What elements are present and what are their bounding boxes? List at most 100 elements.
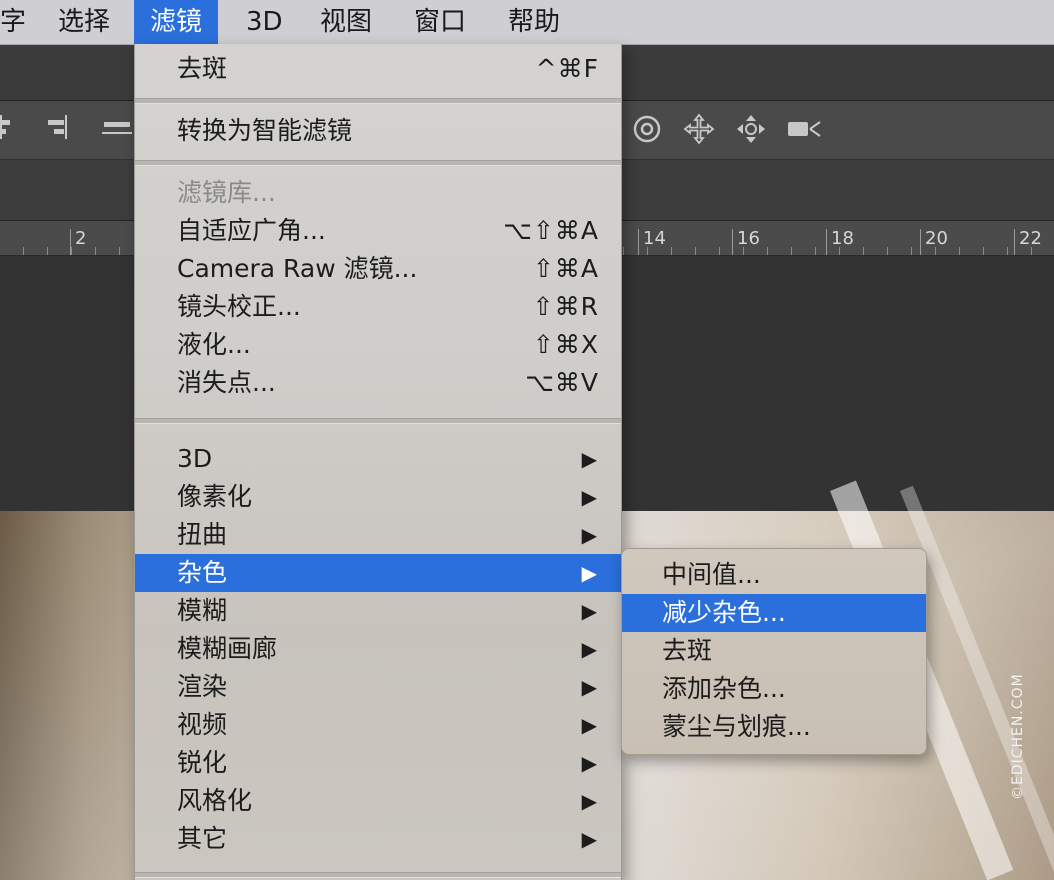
menu-3d[interactable]: 3D (230, 0, 299, 44)
menu-window-label: 窗口 (414, 7, 467, 37)
submenu-arrow-icon: ▶ (581, 485, 597, 509)
menu-item-label: 转换为智能滤镜 (177, 116, 353, 145)
menu-item-shortcut: ⇧⌘A (532, 254, 599, 283)
menu-type-label: 字 (0, 7, 27, 37)
menu-item-label: 其它 (177, 824, 228, 853)
menu-item-liquify[interactable]: 液化... ⇧⌘X (135, 326, 621, 364)
menu-item-label: 像素化 (177, 482, 253, 511)
watermark: ©EDICHEN.COM (1010, 673, 1026, 800)
menu-item-blur-gallery[interactable]: 模糊画廊 ▶ (135, 630, 621, 668)
mac-menubar: 字 选择 滤镜 3D 视图 窗口 帮助 (0, 0, 1054, 45)
menu-item-3d[interactable]: 3D ▶ (135, 440, 621, 478)
menu-item-camera-raw[interactable]: Camera Raw 滤镜... ⇧⌘A (135, 250, 621, 288)
ruler-tick-2: 2 (70, 229, 86, 255)
orbit-3d-icon[interactable] (630, 112, 664, 146)
menu-item-label: 视频 (177, 710, 228, 739)
photoshop-window: 字 选择 滤镜 3D 视图 窗口 帮助 2 14 16 18 20 22 去斑 … (0, 0, 1054, 880)
menu-item-filter-gallery: 滤镜库... (135, 174, 621, 212)
menu-item-label: Camera Raw 滤镜... (177, 254, 418, 283)
camera-3d-icon[interactable] (786, 112, 821, 146)
noise-submenu: 中间值... 减少杂色... 去斑 添加杂色... 蒙尘与划痕... (621, 548, 927, 755)
menu-item-label: 风格化 (177, 786, 253, 815)
menu-help[interactable]: 帮助 (492, 0, 576, 44)
menu-filter[interactable]: 滤镜 (134, 0, 219, 44)
submenu-arrow-icon: ▶ (581, 561, 597, 585)
submenu-item-despeckle[interactable]: 去斑 (622, 632, 926, 670)
menu-item-lens-correction[interactable]: 镜头校正... ⇧⌘R (135, 288, 621, 326)
submenu-arrow-icon: ▶ (581, 637, 597, 661)
ruler-tick-18: 18 (826, 229, 854, 255)
align-bottom-icon[interactable] (100, 112, 134, 146)
menu-item-label: 渲染 (177, 672, 228, 701)
menu-item-render[interactable]: 渲染 ▶ (135, 668, 621, 706)
menu-item-distort[interactable]: 扭曲 ▶ (135, 516, 621, 554)
submenu-arrow-icon: ▶ (581, 675, 597, 699)
menu-item-shortcut: ⇧⌘R (532, 292, 599, 321)
menu-item-vanishing-point[interactable]: 消失点... ⌥⌘V (135, 364, 621, 402)
menu-separator (135, 872, 621, 878)
menu-item-blur[interactable]: 模糊 ▶ (135, 592, 621, 630)
submenu-arrow-icon: ▶ (581, 751, 597, 775)
submenu-item-label: 中间值... (662, 560, 761, 589)
menu-window[interactable]: 窗口 (398, 0, 482, 44)
ruler-tick-20: 20 (920, 229, 948, 255)
align-center-icon[interactable] (0, 112, 20, 146)
menu-view[interactable]: 视图 (304, 0, 388, 44)
submenu-item-median[interactable]: 中间值... (622, 556, 926, 594)
ruler-tick-16: 16 (732, 229, 760, 255)
submenu-item-dust-scratches[interactable]: 蒙尘与划痕... (622, 708, 926, 746)
menu-type[interactable]: 字 (0, 0, 42, 44)
menu-item-label: 杂色 (177, 558, 228, 587)
submenu-item-add-noise[interactable]: 添加杂色... (622, 670, 926, 708)
pan-3d-icon[interactable] (682, 112, 716, 146)
menu-item-label: 锐化 (177, 748, 228, 777)
menu-item-noise[interactable]: 杂色 ▶ (135, 554, 621, 592)
menu-3d-label: 3D (246, 7, 283, 37)
ruler-tick-22: 22 (1014, 229, 1042, 255)
menu-item-label: 去斑 (177, 54, 228, 83)
menu-item-label: 镜头校正... (177, 292, 301, 321)
menu-item-label: 消失点... (177, 368, 276, 397)
menu-item-label: 3D (177, 444, 213, 473)
menu-view-label: 视图 (320, 7, 373, 37)
submenu-item-label: 添加杂色... (662, 674, 786, 703)
menu-item-other[interactable]: 其它 ▶ (135, 820, 621, 858)
menu-item-video[interactable]: 视频 ▶ (135, 706, 621, 744)
menu-item-adaptive-wide-angle[interactable]: 自适应广角... ⌥⇧⌘A (135, 212, 621, 250)
menu-item-stylize[interactable]: 风格化 ▶ (135, 782, 621, 820)
menu-item-sharpen[interactable]: 锐化 ▶ (135, 744, 621, 782)
menu-item-shortcut: ⇧⌘X (532, 330, 599, 359)
menu-item-label: 自适应广角... (177, 216, 326, 245)
menu-separator (135, 418, 621, 424)
ruler-tick-14: 14 (638, 229, 666, 255)
submenu-arrow-icon: ▶ (581, 789, 597, 813)
menu-separator (135, 160, 621, 166)
menu-separator (135, 98, 621, 104)
submenu-item-label: 减少杂色... (662, 598, 786, 627)
submenu-item-label: 去斑 (662, 636, 713, 665)
menu-item-label: 滤镜库... (177, 178, 276, 207)
menu-item-label: 液化... (177, 330, 251, 359)
submenu-arrow-icon: ▶ (581, 827, 597, 851)
filter-menu: 去斑 ^⌘F 转换为智能滤镜 滤镜库... 自适应广角... ⌥⇧⌘A Came… (134, 44, 622, 880)
menu-item-shortcut: ^⌘F (535, 54, 599, 83)
submenu-arrow-icon: ▶ (581, 523, 597, 547)
align-right-icon[interactable] (40, 112, 74, 146)
submenu-arrow-icon: ▶ (581, 447, 597, 471)
menu-help-label: 帮助 (508, 7, 561, 37)
menu-item-last-filter[interactable]: 去斑 ^⌘F (135, 50, 621, 88)
menu-item-label: 模糊画廊 (177, 634, 278, 663)
menu-item-pixelate[interactable]: 像素化 ▶ (135, 478, 621, 516)
menu-item-label: 模糊 (177, 596, 228, 625)
submenu-arrow-icon: ▶ (581, 599, 597, 623)
menu-item-convert-smart-filters[interactable]: 转换为智能滤镜 (135, 112, 621, 150)
submenu-item-label: 蒙尘与划痕... (662, 712, 811, 741)
slide-3d-icon[interactable] (734, 112, 768, 146)
submenu-arrow-icon: ▶ (581, 713, 597, 737)
menu-select[interactable]: 选择 (42, 0, 126, 44)
submenu-item-reduce-noise[interactable]: 减少杂色... (622, 594, 926, 632)
menu-item-label: 扭曲 (177, 520, 228, 549)
menu-item-shortcut: ⌥⌘V (525, 368, 599, 397)
menu-item-shortcut: ⌥⇧⌘A (503, 216, 599, 245)
menu-select-label: 选择 (58, 7, 111, 37)
